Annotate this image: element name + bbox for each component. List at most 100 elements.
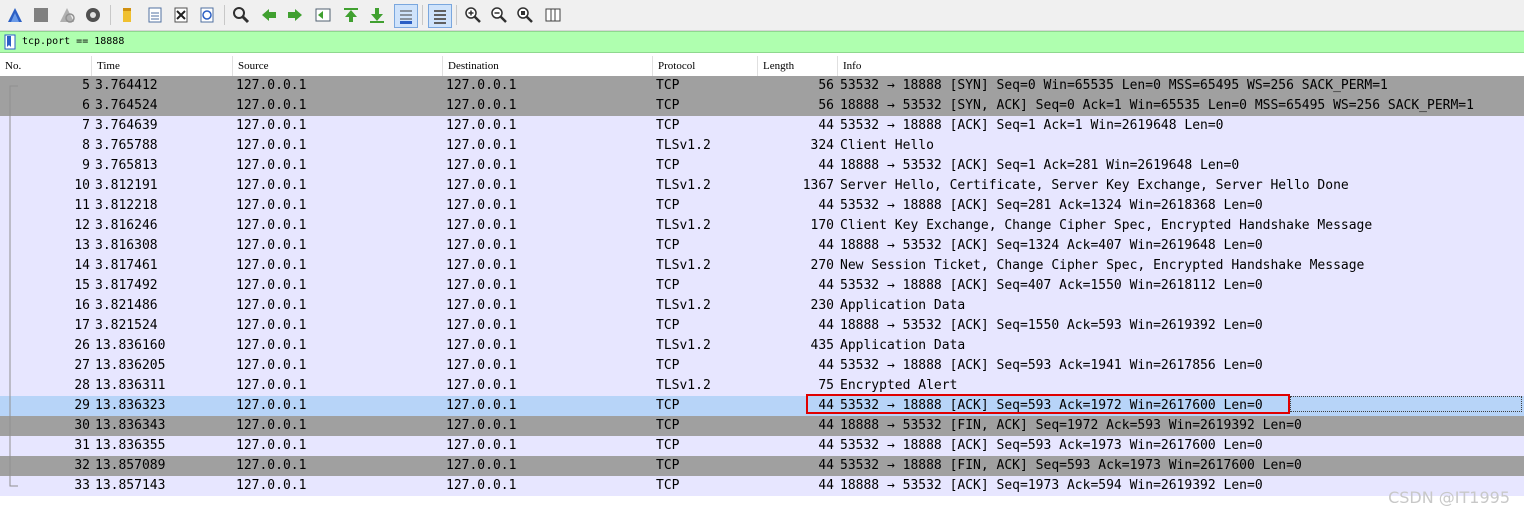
- packet-row[interactable]: 32 13.857089 127.0.0.1 127.0.0.1 TCP 44 53532 …: [0, 456, 1524, 476]
- packet-time: 3.817461: [95, 258, 158, 273]
- autoscroll-icon[interactable]: [394, 4, 418, 28]
- packet-row[interactable]: 13 3.816308 127.0.0.1 127.0.0.1 TCP 44 18888 →…: [0, 236, 1524, 256]
- packet-length: 44: [818, 158, 834, 173]
- packet-time: 3.764524: [95, 98, 158, 113]
- packet-protocol: TCP: [656, 398, 680, 413]
- column-header-protocol[interactable]: Protocol: [653, 56, 758, 76]
- bookmark-icon[interactable]: [3, 34, 17, 50]
- restart-capture-icon[interactable]: [56, 4, 78, 26]
- zoom-out-icon[interactable]: [488, 4, 510, 26]
- packet-row[interactable]: 10 3.812191 127.0.0.1 127.0.0.1 TLSv1.2 1367 S…: [0, 176, 1524, 196]
- packet-list: 5 3.764412 127.0.0.1 127.0.0.1 TCP 56 53532 → …: [0, 76, 1524, 496]
- packet-row[interactable]: 15 3.817492 127.0.0.1 127.0.0.1 TCP 44 53532 →…: [0, 276, 1524, 296]
- packet-info: 18888 → 53532 [FIN, ACK] Seq=1972 Ack=59…: [840, 418, 1302, 433]
- colorize-icon[interactable]: [428, 4, 452, 28]
- column-header-time[interactable]: Time: [92, 56, 233, 76]
- packet-row[interactable]: 27 13.836205 127.0.0.1 127.0.0.1 TCP 44 53532 …: [0, 356, 1524, 376]
- packet-destination: 127.0.0.1: [446, 218, 517, 233]
- column-header-source[interactable]: Source: [233, 56, 443, 76]
- packet-row[interactable]: 31 13.836355 127.0.0.1 127.0.0.1 TCP 44 53532 …: [0, 436, 1524, 456]
- packet-destination: 127.0.0.1: [446, 278, 517, 293]
- packet-row[interactable]: 12 3.816246 127.0.0.1 127.0.0.1 TLSv1.2 170 Cl…: [0, 216, 1524, 236]
- close-file-icon[interactable]: [170, 4, 192, 26]
- zoom-in-icon[interactable]: [462, 4, 484, 26]
- packet-source: 127.0.0.1: [236, 418, 307, 433]
- packet-destination: 127.0.0.1: [446, 178, 517, 193]
- packet-row[interactable]: 17 3.821524 127.0.0.1 127.0.0.1 TCP 44 18888 →…: [0, 316, 1524, 336]
- go-first-packet-icon[interactable]: [340, 4, 362, 26]
- packet-time: 3.765788: [95, 138, 158, 153]
- packet-info: 18888 → 53532 [ACK] Seq=1324 Ack=407 Win…: [840, 238, 1263, 253]
- packet-info: Application Data: [840, 338, 966, 353]
- packet-length: 270: [810, 258, 834, 273]
- packet-time: 13.857143: [95, 478, 166, 493]
- packet-protocol: TLSv1.2: [656, 138, 711, 153]
- packet-time: 13.857089: [95, 458, 166, 473]
- packet-row[interactable]: 8 3.765788 127.0.0.1 127.0.0.1 TLSv1.2 324 Cli…: [0, 136, 1524, 156]
- packet-time: 13.836343: [95, 418, 166, 433]
- column-header-no[interactable]: No.: [0, 56, 92, 76]
- packet-time: 13.836160: [95, 338, 166, 353]
- packet-time: 3.816246: [95, 218, 158, 233]
- column-header-length[interactable]: Length: [758, 56, 838, 76]
- column-header-info[interactable]: Info: [838, 56, 1524, 76]
- conversation-line-icon: [9, 276, 11, 296]
- packet-row[interactable]: 5 3.764412 127.0.0.1 127.0.0.1 TCP 56 53532 → …: [0, 76, 1524, 96]
- packet-row[interactable]: 29 13.836323 127.0.0.1 127.0.0.1 TCP 44 53532 …: [0, 396, 1524, 416]
- packet-row[interactable]: 26 13.836160 127.0.0.1 127.0.0.1 TLSv1.2 435 A…: [0, 336, 1524, 356]
- packet-destination: 127.0.0.1: [446, 118, 517, 133]
- packet-destination: 127.0.0.1: [446, 258, 517, 273]
- go-forward-icon[interactable]: [284, 4, 306, 26]
- packet-length: 44: [818, 238, 834, 253]
- go-to-packet-icon[interactable]: [312, 4, 334, 26]
- conversation-line-icon: [9, 476, 18, 487]
- capture-options-icon[interactable]: [82, 4, 104, 26]
- packet-protocol: TCP: [656, 418, 680, 433]
- packet-row[interactable]: 11 3.812218 127.0.0.1 127.0.0.1 TCP 44 53532 →…: [0, 196, 1524, 216]
- packet-info: 53532 → 18888 [ACK] Seq=593 Ack=1973 Win…: [840, 438, 1263, 453]
- find-packet-icon[interactable]: [230, 4, 252, 26]
- packet-row[interactable]: 33 13.857143 127.0.0.1 127.0.0.1 TCP 44 18888 …: [0, 476, 1524, 496]
- conversation-line-icon: [9, 116, 11, 136]
- packet-destination: 127.0.0.1: [446, 398, 517, 413]
- packet-info: 18888 → 53532 [SYN, ACK] Seq=0 Ack=1 Win…: [840, 98, 1474, 113]
- reload-file-icon[interactable]: [196, 4, 218, 26]
- packet-time: 13.836355: [95, 438, 166, 453]
- packet-destination: 127.0.0.1: [446, 238, 517, 253]
- packet-protocol: TCP: [656, 98, 680, 113]
- packet-source: 127.0.0.1: [236, 198, 307, 213]
- packet-length: 435: [810, 338, 834, 353]
- display-filter-input[interactable]: [20, 32, 1514, 52]
- conversation-line-icon: [9, 176, 11, 196]
- packet-time: 3.812218: [95, 198, 158, 213]
- packet-source: 127.0.0.1: [236, 78, 307, 93]
- packet-time: 3.821524: [95, 318, 158, 333]
- packet-row[interactable]: 30 13.836343 127.0.0.1 127.0.0.1 TCP 44 18888 …: [0, 416, 1524, 436]
- conversation-line-icon: [9, 216, 11, 236]
- start-capture-icon[interactable]: [4, 4, 26, 26]
- open-file-icon[interactable]: [116, 4, 138, 26]
- save-file-icon[interactable]: [144, 4, 166, 26]
- packet-row[interactable]: 7 3.764639 127.0.0.1 127.0.0.1 TCP 44 53532 → …: [0, 116, 1524, 136]
- main-toolbar: [0, 0, 1524, 31]
- stop-capture-icon[interactable]: [30, 4, 52, 26]
- resize-columns-icon[interactable]: [542, 4, 564, 26]
- packet-info: 53532 → 18888 [ACK] Seq=407 Ack=1550 Win…: [840, 278, 1263, 293]
- go-back-icon[interactable]: [258, 4, 280, 26]
- conversation-line-icon: [9, 256, 11, 276]
- packet-destination: 127.0.0.1: [446, 138, 517, 153]
- zoom-normal-icon[interactable]: [514, 4, 536, 26]
- go-last-packet-icon[interactable]: [366, 4, 388, 26]
- packet-destination: 127.0.0.1: [446, 198, 517, 213]
- packet-source: 127.0.0.1: [236, 118, 307, 133]
- packet-row[interactable]: 28 13.836311 127.0.0.1 127.0.0.1 TLSv1.2 75 En…: [0, 376, 1524, 396]
- packet-row[interactable]: 14 3.817461 127.0.0.1 127.0.0.1 TLSv1.2 270 Ne…: [0, 256, 1524, 276]
- conversation-line-icon: [9, 196, 11, 216]
- packet-destination: 127.0.0.1: [446, 418, 517, 433]
- packet-row[interactable]: 9 3.765813 127.0.0.1 127.0.0.1 TCP 44 18888 → …: [0, 156, 1524, 176]
- packet-row[interactable]: 6 3.764524 127.0.0.1 127.0.0.1 TCP 56 18888 → …: [0, 96, 1524, 116]
- packet-row[interactable]: 16 3.821486 127.0.0.1 127.0.0.1 TLSv1.2 230 Ap…: [0, 296, 1524, 316]
- column-header-destination[interactable]: Destination: [443, 56, 653, 76]
- packet-length: 44: [818, 438, 834, 453]
- packet-source: 127.0.0.1: [236, 238, 307, 253]
